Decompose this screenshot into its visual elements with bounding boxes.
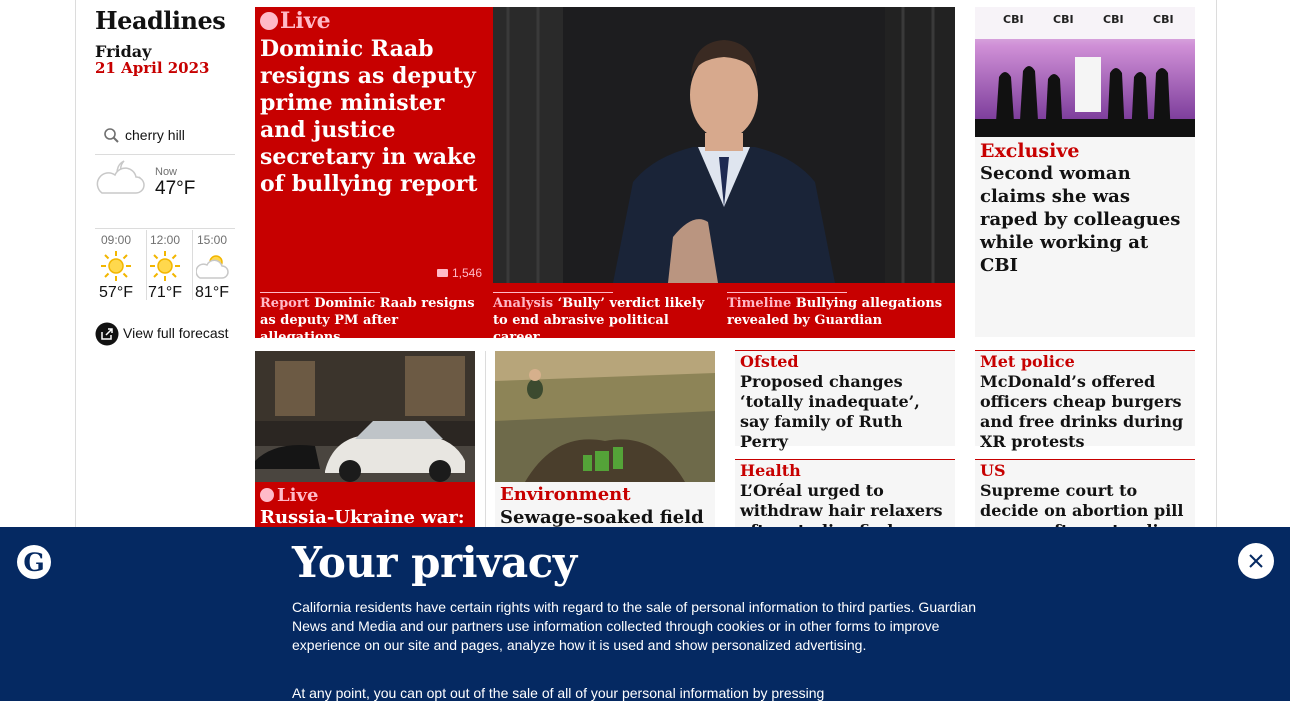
live-badge: Live: [260, 485, 318, 506]
forecast-slot: 09:00 57°F: [99, 233, 133, 301]
ukraine-photo: [255, 351, 475, 482]
story-kicker: Environment: [500, 484, 631, 505]
cbi-photo: CBI CBI CBI CBI: [975, 7, 1195, 137]
live-badge: Live: [260, 8, 331, 34]
divider: [95, 228, 235, 229]
comment-count[interactable]: 1,546: [437, 266, 482, 280]
story-kicker: US: [980, 461, 1006, 480]
story-kicker: Met police: [980, 352, 1075, 371]
privacy-title: Your privacy: [292, 538, 577, 587]
sublink-analysis[interactable]: Analysis ‘Bully’ verdict likely to end a…: [493, 295, 713, 346]
story-kicker: Exclusive: [980, 140, 1080, 162]
svg-text:CBI: CBI: [1053, 13, 1074, 26]
divider: [260, 292, 380, 293]
svg-text:CBI: CBI: [1153, 13, 1174, 26]
story-headline[interactable]: Second woman claims she was raped by col…: [980, 162, 1190, 277]
privacy-text: California residents have certain rights…: [292, 599, 977, 653]
live-label: Live: [280, 8, 331, 34]
close-banner-button[interactable]: [1238, 543, 1274, 579]
forecast-slot: 15:00 81°F: [195, 233, 229, 301]
cbi-banner-text: CBI: [1003, 13, 1024, 26]
story-headline[interactable]: Sewage-soaked field: [500, 507, 704, 528]
headlines-title: Headlines: [95, 6, 226, 35]
sublink-kicker: Analysis: [493, 296, 554, 311]
location-input[interactable]: cherry hill: [125, 127, 185, 143]
partly-cloudy-icon: [196, 255, 229, 279]
story-headline[interactable]: Russia-Ukraine war:: [260, 507, 465, 528]
close-icon: [1249, 554, 1263, 568]
view-full-forecast-link[interactable]: View full forecast: [123, 325, 229, 341]
svg-text:G: G: [23, 548, 44, 577]
divider: [485, 351, 486, 527]
weather-now-temp: 47°F: [155, 178, 196, 199]
guardian-logo-icon: G: [17, 545, 51, 579]
lead-headline[interactable]: Dominic Raab resigns as deputy prime min…: [260, 36, 485, 198]
weather-now-label: Now: [155, 166, 178, 178]
headlines-date: 21 April 2023: [95, 59, 210, 77]
story-headline[interactable]: Proposed changes ‘totally inadequate’, s…: [740, 372, 950, 452]
story-kicker: Ofsted: [740, 352, 799, 371]
live-label: Live: [277, 485, 319, 506]
comment-icon: [437, 269, 448, 277]
sewage-field-photo: [495, 351, 715, 482]
sublink-report[interactable]: Report Dominic Raab resigns as deputy PM…: [260, 295, 480, 346]
external-link-icon[interactable]: [95, 322, 119, 346]
sublink-timeline[interactable]: Timeline Bullying allegations revealed b…: [727, 295, 947, 329]
sun-icon: [150, 251, 180, 281]
live-dot-icon: [260, 488, 274, 502]
privacy-text-continued: At any point, you can opt out of the sal…: [292, 685, 825, 701]
story-headline[interactable]: McDonald’s offered officers cheap burger…: [980, 372, 1192, 452]
sun-icon: [101, 251, 131, 281]
sublink-kicker: Report: [260, 296, 310, 311]
svg-text:CBI: CBI: [1103, 13, 1124, 26]
comment-count-value: 1,546: [452, 266, 483, 280]
search-icon: [104, 128, 119, 143]
live-dot-icon: [260, 12, 278, 30]
forecast-slot: 12:00 71°F: [148, 233, 182, 301]
sublink-kicker: Timeline: [727, 296, 792, 311]
cloud-moon-icon: [96, 160, 145, 194]
story-kicker: Health: [740, 461, 801, 480]
divider: [727, 292, 847, 293]
lead-photo: [493, 7, 955, 283]
divider: [493, 292, 613, 293]
